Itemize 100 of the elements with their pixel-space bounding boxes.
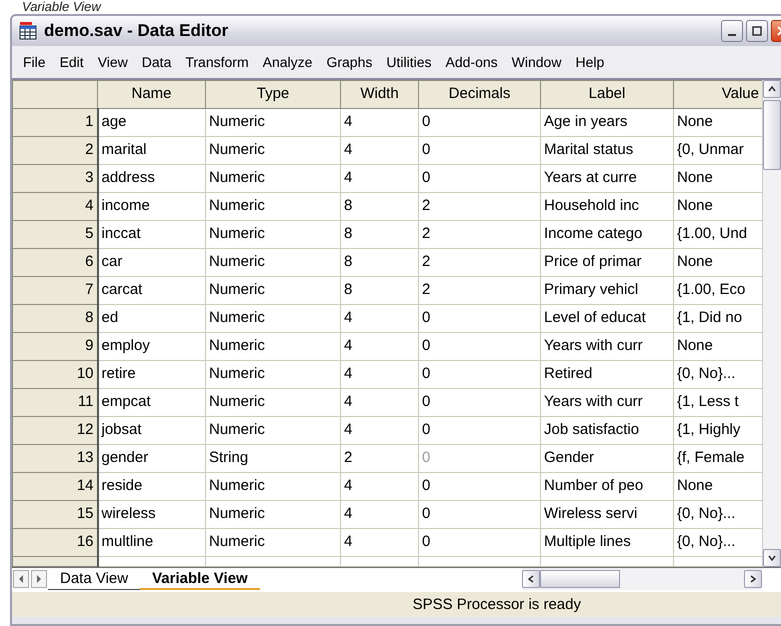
table-cell[interactable]: Numeric <box>206 472 340 500</box>
row-number[interactable]: 9 <box>12 332 98 360</box>
row-number[interactable]: 1 <box>12 108 98 136</box>
menu-item[interactable]: Analyze <box>256 52 320 72</box>
table-cell[interactable]: String <box>206 444 340 472</box>
menu-item[interactable]: Add-ons <box>438 52 505 72</box>
table-cell[interactable]: 0 <box>418 416 540 444</box>
table-cell[interactable]: age <box>98 108 206 136</box>
table-cell[interactable]: 0 <box>418 164 540 192</box>
table-cell[interactable]: 2 <box>340 444 418 472</box>
table-cell[interactable]: Numeric <box>206 304 340 332</box>
table-cell[interactable]: Numeric <box>206 220 340 248</box>
table-cell[interactable]: Years at curre <box>540 164 674 192</box>
row-number[interactable]: 8 <box>12 304 98 332</box>
table-cell[interactable]: Numeric <box>206 276 340 304</box>
table-cell[interactable]: 8 <box>340 248 418 276</box>
scroll-down-button[interactable] <box>763 549 781 567</box>
table-cell[interactable]: 4 <box>340 388 418 416</box>
table-cell[interactable]: 2 <box>418 220 540 248</box>
row-number[interactable]: 3 <box>12 164 98 192</box>
table-cell[interactable]: 0 <box>418 472 540 500</box>
table-cell[interactable]: 2 <box>418 248 540 276</box>
scroll-right-button[interactable] <box>744 570 762 588</box>
table-cell[interactable]: income <box>98 192 206 220</box>
menu-item[interactable]: Help <box>568 52 612 72</box>
table-cell[interactable]: retire <box>98 360 206 388</box>
vertical-scrollbar[interactable] <box>762 80 781 567</box>
column-header[interactable]: Label <box>540 80 674 108</box>
table-cell[interactable]: Numeric <box>206 108 340 136</box>
table-cell[interactable]: Gender <box>540 444 674 472</box>
row-number[interactable]: 7 <box>12 276 98 304</box>
table-cell[interactable]: Level of educat <box>540 304 674 332</box>
table-cell[interactable]: 4 <box>340 360 418 388</box>
table-cell[interactable]: marital <box>98 136 206 164</box>
table-cell[interactable]: 2 <box>418 192 540 220</box>
table-cell[interactable]: 0 <box>418 136 540 164</box>
table-cell[interactable]: 0 <box>418 304 540 332</box>
table-cell[interactable]: Wireless servi <box>540 500 674 528</box>
table-cell[interactable]: Numeric <box>206 192 340 220</box>
table-cell[interactable]: 0 <box>418 108 540 136</box>
table-cell[interactable]: 4 <box>340 528 418 556</box>
table-cell[interactable]: reside <box>98 472 206 500</box>
menu-item[interactable]: Transform <box>178 52 256 72</box>
row-number[interactable]: 16 <box>12 528 98 556</box>
table-cell[interactable]: 0 <box>418 332 540 360</box>
table-cell[interactable]: 4 <box>340 500 418 528</box>
table-cell[interactable]: car <box>98 248 206 276</box>
column-header[interactable]: Decimals <box>418 80 540 108</box>
table-cell[interactable]: Years with curr <box>540 332 674 360</box>
table-cell[interactable]: 2 <box>418 276 540 304</box>
table-cell[interactable]: 0 <box>418 528 540 556</box>
table-cell[interactable]: 8 <box>340 276 418 304</box>
row-number[interactable]: 15 <box>12 500 98 528</box>
table-cell[interactable]: Job satisfactio <box>540 416 674 444</box>
menu-item[interactable]: Graphs <box>319 52 380 72</box>
table-cell[interactable]: 4 <box>340 416 418 444</box>
table-cell[interactable]: empcat <box>98 388 206 416</box>
table-cell[interactable]: Marital status <box>540 136 674 164</box>
table-cell[interactable]: 0 <box>418 388 540 416</box>
table-cell[interactable]: 4 <box>340 136 418 164</box>
tab-scroll-right-button[interactable] <box>31 570 47 588</box>
menu-item[interactable]: File <box>16 52 53 72</box>
table-cell[interactable]: ed <box>98 304 206 332</box>
table-cell[interactable]: employ <box>98 332 206 360</box>
row-number[interactable]: 10 <box>12 360 98 388</box>
table-cell[interactable]: Numeric <box>206 500 340 528</box>
menu-item[interactable]: Window <box>504 52 568 72</box>
table-cell[interactable]: gender <box>98 444 206 472</box>
table-cell[interactable]: Primary vehicl <box>540 276 674 304</box>
table-cell[interactable]: Retired <box>540 360 674 388</box>
tab-scroll-left-button[interactable] <box>13 570 29 588</box>
table-cell[interactable]: 4 <box>340 108 418 136</box>
table-cell[interactable]: Price of primar <box>540 248 674 276</box>
column-header[interactable]: Width <box>340 80 418 108</box>
table-cell[interactable]: Numeric <box>206 388 340 416</box>
menu-item[interactable]: Data <box>134 52 178 72</box>
scroll-thumb[interactable] <box>763 100 781 170</box>
table-cell[interactable]: 8 <box>340 192 418 220</box>
table-cell[interactable]: address <box>98 164 206 192</box>
table-cell[interactable]: Number of peo <box>540 472 674 500</box>
menu-item[interactable]: Edit <box>52 52 91 72</box>
row-number[interactable]: 6 <box>12 248 98 276</box>
table-cell[interactable]: Numeric <box>206 360 340 388</box>
table-cell[interactable]: 4 <box>340 304 418 332</box>
table-cell[interactable]: 4 <box>340 332 418 360</box>
menu-item[interactable]: Utilities <box>379 52 438 72</box>
table-cell[interactable]: Income catego <box>540 220 674 248</box>
table-cell[interactable]: Numeric <box>206 332 340 360</box>
table-cell[interactable]: 0 <box>418 500 540 528</box>
row-number[interactable]: 13 <box>12 444 98 472</box>
row-number[interactable]: 12 <box>12 416 98 444</box>
table-cell[interactable]: Multiple lines <box>540 528 674 556</box>
table-cell[interactable]: carcat <box>98 276 206 304</box>
horizontal-scrollbar[interactable] <box>522 568 762 590</box>
column-header[interactable]: Value <box>674 80 762 108</box>
table-cell[interactable]: Numeric <box>206 528 340 556</box>
table-cell[interactable]: jobsat <box>98 416 206 444</box>
table-cell[interactable]: wireless <box>98 500 206 528</box>
table-cell[interactable]: multline <box>98 528 206 556</box>
table-cell[interactable]: Numeric <box>206 164 340 192</box>
